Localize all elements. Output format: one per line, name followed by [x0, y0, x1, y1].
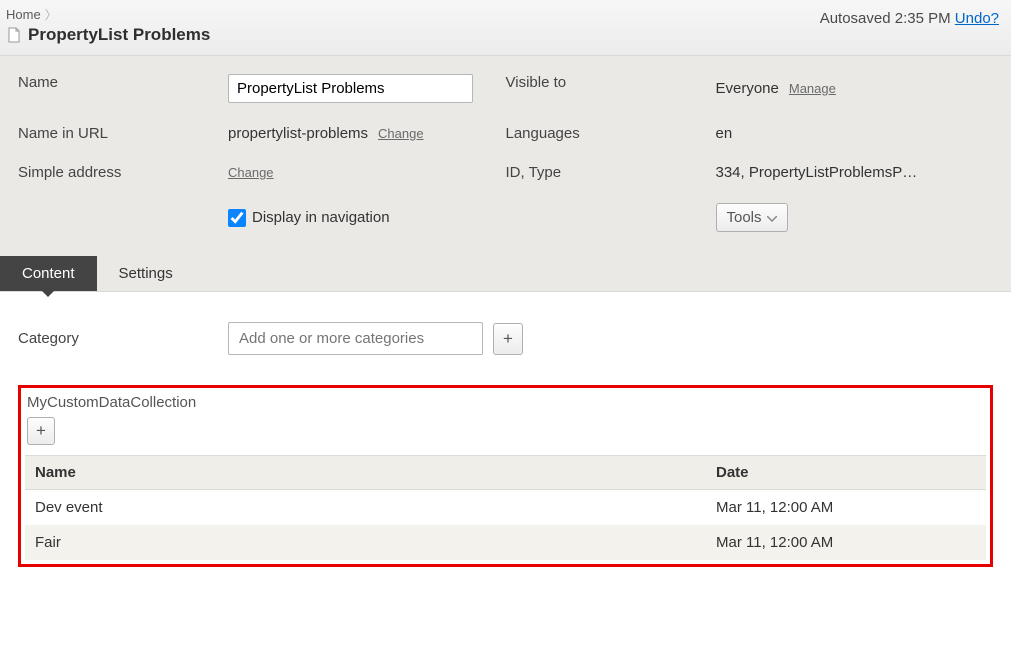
- autosave-status: Autosaved 2:35 PM Undo?: [820, 10, 999, 27]
- languages-label: Languages: [506, 125, 716, 142]
- languages-value: en: [716, 125, 733, 142]
- tab-bar: Content Settings: [0, 256, 1011, 292]
- column-date[interactable]: Date: [706, 456, 986, 490]
- tab-content[interactable]: Content: [0, 256, 97, 291]
- column-name[interactable]: Name: [25, 456, 706, 490]
- change-address-link[interactable]: Change: [228, 165, 274, 180]
- category-input[interactable]: [228, 322, 483, 355]
- name-in-url-label: Name in URL: [18, 125, 228, 142]
- cell-date: Mar 11, 12:00 AM: [706, 525, 986, 560]
- tab-settings[interactable]: Settings: [97, 256, 195, 291]
- name-input[interactable]: [228, 74, 473, 103]
- page-title-row: PropertyList Problems: [6, 25, 1001, 45]
- cell-name: Dev event: [25, 490, 706, 526]
- manage-link[interactable]: Manage: [789, 81, 836, 96]
- cell-date: Mar 11, 12:00 AM: [706, 490, 986, 526]
- undo-link[interactable]: Undo?: [955, 10, 999, 27]
- change-url-link[interactable]: Change: [378, 126, 424, 141]
- name-in-url-value: propertylist-problems: [228, 125, 368, 142]
- tools-button[interactable]: Tools: [716, 203, 788, 232]
- add-collection-item-button[interactable]: +: [27, 417, 55, 445]
- collection-table: Name Date Dev event Mar 11, 12:00 AM Fai…: [25, 455, 986, 560]
- chevron-right-icon: 〉: [45, 6, 57, 23]
- chevron-down-icon: [767, 209, 777, 226]
- table-header-row: Name Date: [25, 456, 986, 490]
- plus-icon: +: [503, 329, 513, 349]
- name-label: Name: [18, 74, 228, 103]
- properties-panel: Name Visible to Everyone Manage Name in …: [0, 56, 1011, 256]
- simple-address-label: Simple address: [18, 164, 228, 181]
- category-label: Category: [18, 330, 228, 347]
- tools-button-label: Tools: [727, 209, 762, 226]
- page-icon: [6, 27, 22, 43]
- autosave-text: Autosaved 2:35 PM: [820, 10, 951, 27]
- category-row: Category +: [18, 322, 993, 355]
- display-in-navigation-label: Display in navigation: [252, 209, 390, 226]
- spacer: [506, 203, 716, 232]
- collection-title: MyCustomDataCollection: [25, 392, 986, 417]
- add-category-button[interactable]: +: [493, 323, 523, 355]
- spacer: [18, 203, 228, 232]
- page-title: PropertyList Problems: [28, 25, 210, 45]
- table-row[interactable]: Dev event Mar 11, 12:00 AM: [25, 490, 986, 526]
- table-row[interactable]: Fair Mar 11, 12:00 AM: [25, 525, 986, 560]
- content-pane: Category + MyCustomDataCollection + Name…: [0, 292, 1011, 587]
- cell-name: Fair: [25, 525, 706, 560]
- id-type-label: ID, Type: [506, 164, 716, 181]
- plus-icon: +: [36, 421, 46, 441]
- breadcrumb-home[interactable]: Home: [6, 7, 41, 22]
- visible-to-value: Everyone: [716, 80, 779, 97]
- collection-highlight: MyCustomDataCollection + Name Date Dev e…: [18, 385, 993, 567]
- display-in-navigation-checkbox[interactable]: [228, 209, 246, 227]
- page-header: Home 〉 PropertyList Problems Autosaved 2…: [0, 0, 1011, 56]
- id-type-value: 334, PropertyListProblemsP…: [716, 164, 918, 181]
- visible-to-label: Visible to: [506, 74, 716, 103]
